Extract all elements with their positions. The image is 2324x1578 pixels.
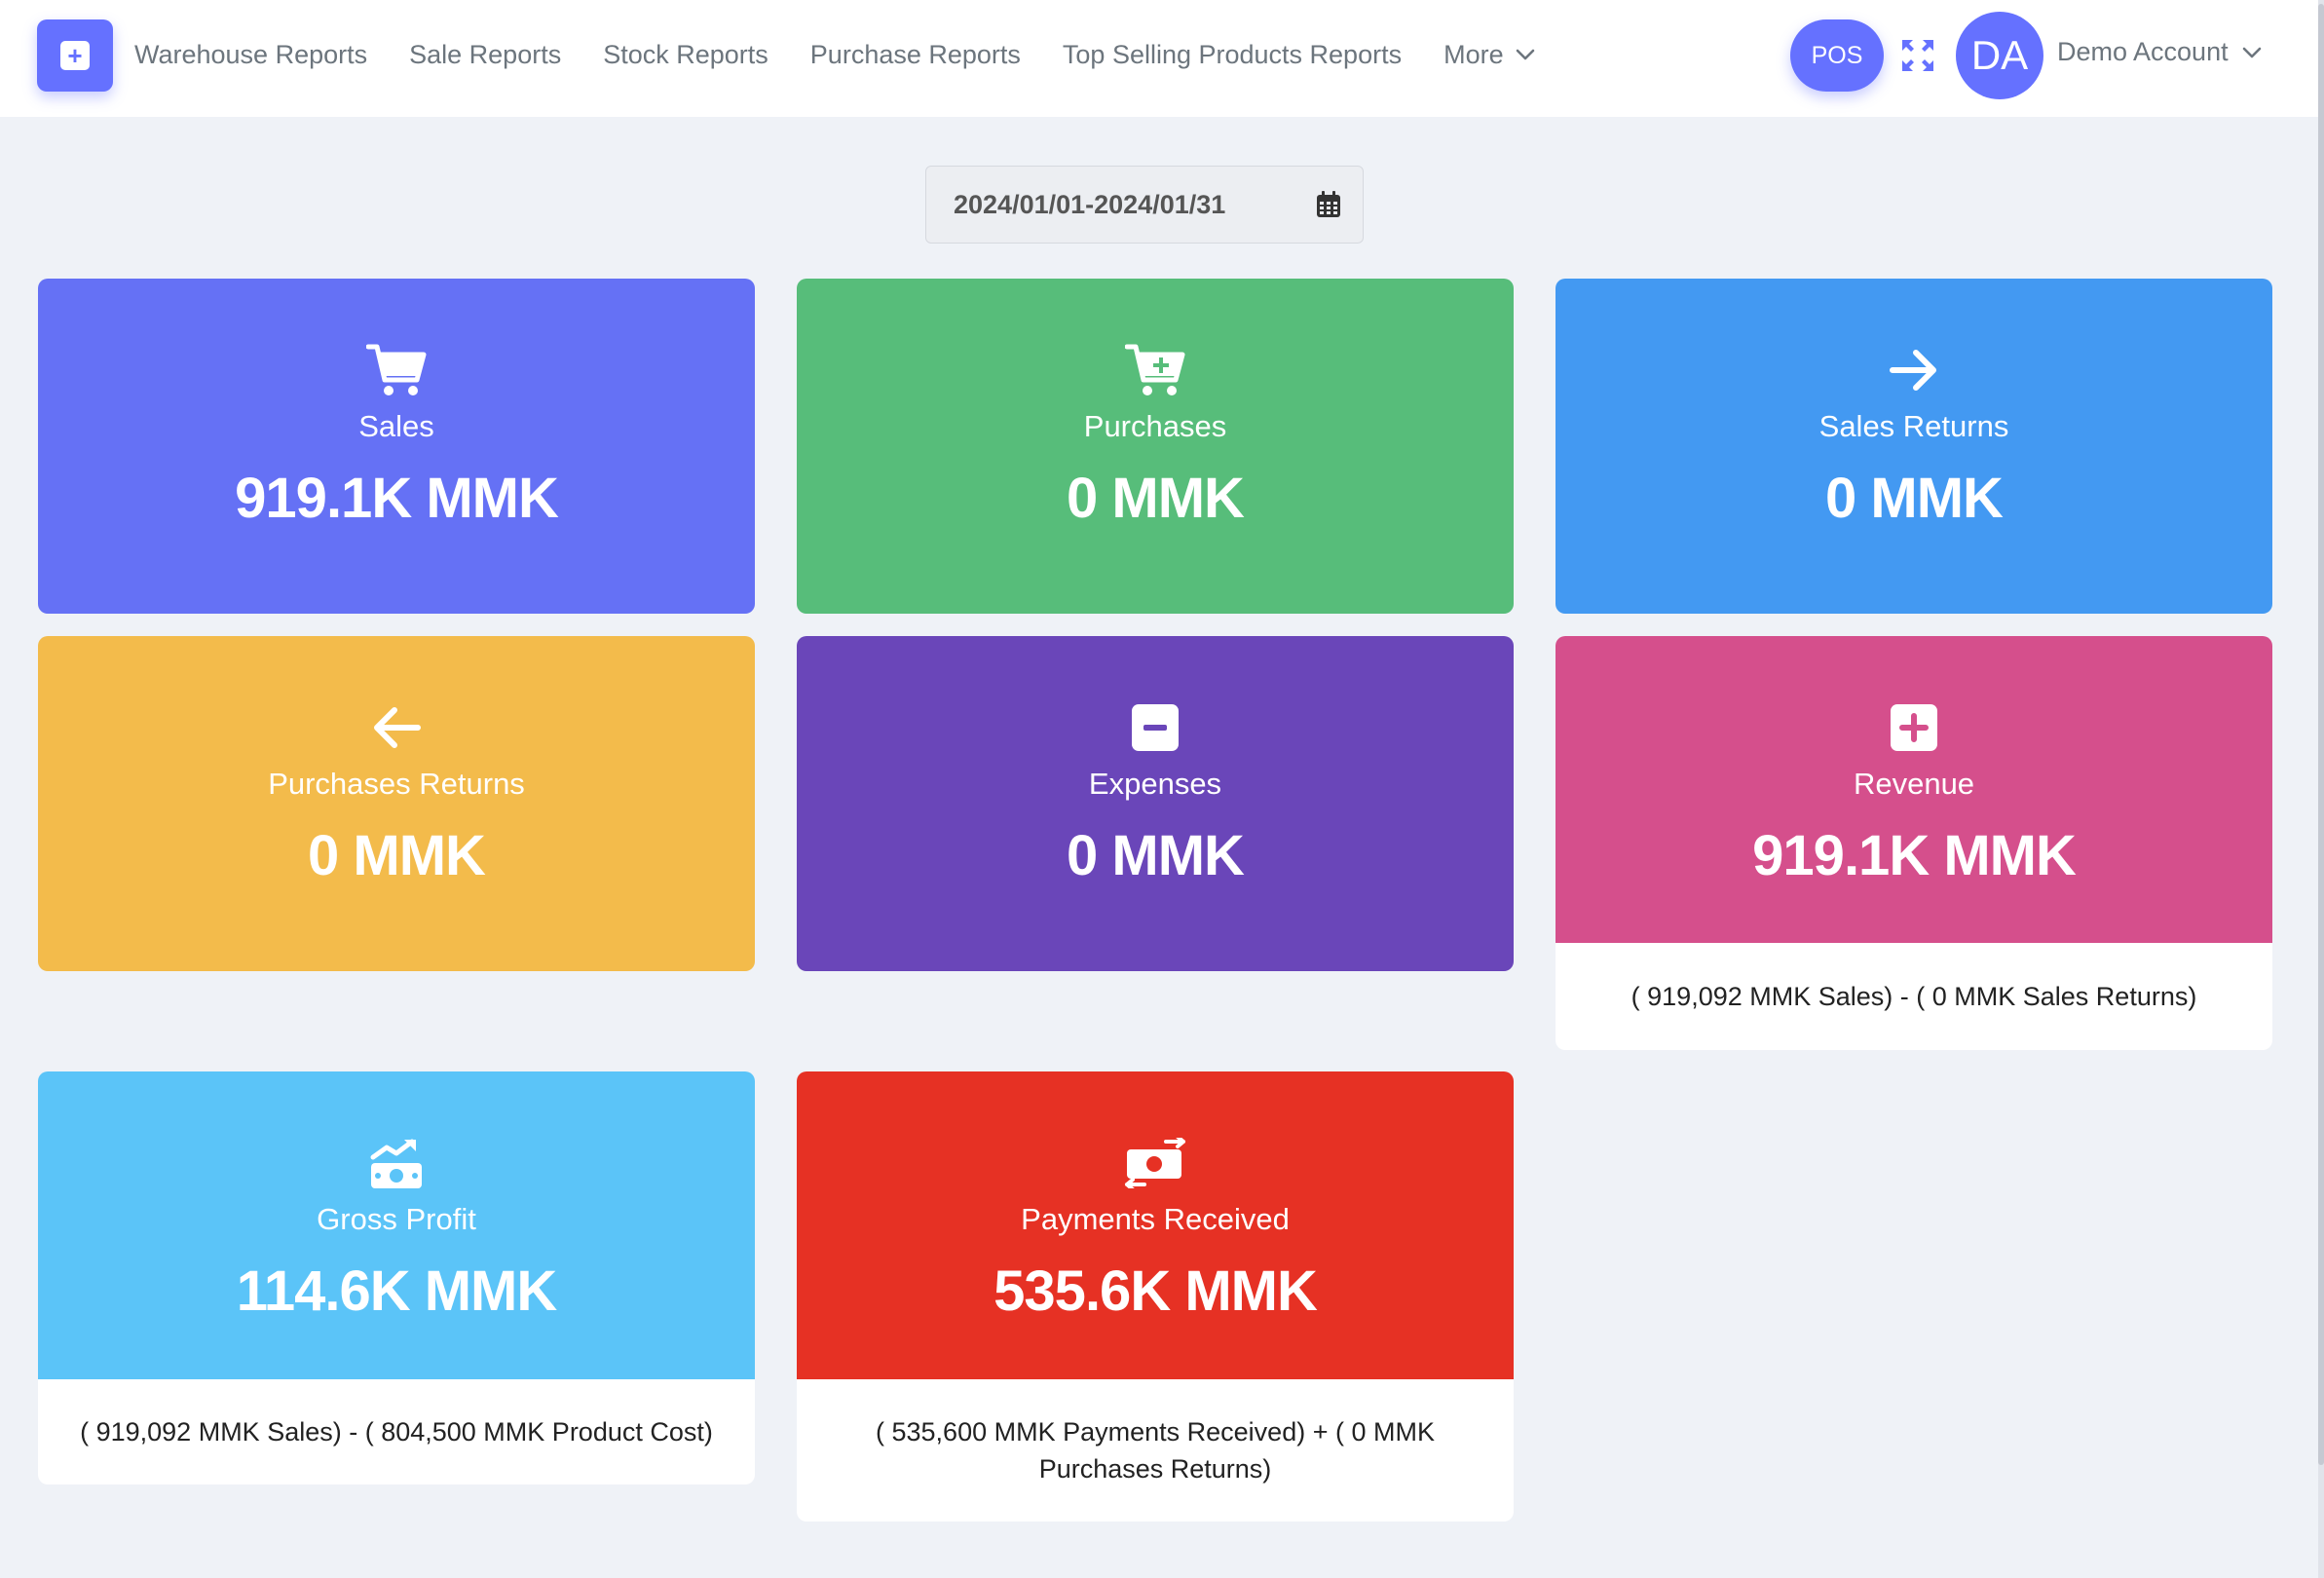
fullscreen-icon[interactable] [1901,39,1934,72]
nav-purchase-reports[interactable]: Purchase Reports [810,40,1021,70]
arrow-left-icon [364,700,429,755]
nav-stock-reports[interactable]: Stock Reports [603,40,768,70]
sales-returns-card-body: Sales Returns 0 MMK [1556,279,2272,614]
arrow-right-icon [1882,343,1946,397]
sales-returns-card: Sales Returns 0 MMK [1556,279,2272,614]
date-range-value: 2024/01/01-2024/01/31 [954,189,1226,219]
quick-add-button[interactable]: + [37,19,113,92]
scrollbar-thumb[interactable] [2318,4,2324,1465]
payments-received-label: Payments Received [1021,1202,1290,1236]
gross-profit-card: Gross Profit 114.6K MMK ( 919,092 MMK Sa… [38,1071,755,1484]
main-nav: Warehouse Reports Sale Reports Stock Rep… [134,0,1535,109]
plus-square-icon [1882,700,1946,755]
gross-profit-value: 114.6K MMK [236,1259,557,1323]
money-exchange-icon [1123,1136,1187,1190]
payments-received-card: Payments Received 535.6K MMK ( 535,600 M… [797,1071,1514,1522]
nav-top-selling-products-reports[interactable]: Top Selling Products Reports [1063,40,1402,70]
purchases-returns-card-body: Purchases Returns 0 MMK [38,636,755,971]
expenses-card-body: Expenses 0 MMK [797,636,1514,971]
money-chart-icon [364,1136,429,1190]
revenue-card-body: Revenue 919.1K MMK [1556,636,2272,943]
revenue-card: Revenue 919.1K MMK ( 919,092 MMK Sales) … [1556,636,2272,1050]
purchases-card: Purchases 0 MMK [797,279,1514,614]
avatar[interactable]: DA [1956,12,2043,99]
sales-returns-value: 0 MMK [1825,467,2004,530]
payments-received-card-body: Payments Received 535.6K MMK [797,1071,1514,1379]
revenue-value: 919.1K MMK [1752,824,2077,887]
calendar-icon [1317,191,1340,217]
gross-profit-label: Gross Profit [317,1202,476,1236]
gross-profit-formula: ( 919,092 MMK Sales) - ( 804,500 MMK Pro… [80,1417,713,1446]
revenue-formula: ( 919,092 MMK Sales) - ( 0 MMK Sales Ret… [1631,982,2197,1011]
sales-value: 919.1K MMK [235,467,559,530]
expenses-card: Expenses 0 MMK [797,636,1514,971]
purchases-returns-label: Purchases Returns [268,767,525,801]
minus-square-icon [1123,700,1187,755]
sales-label: Sales [358,409,434,443]
account-name: Demo Account [2057,37,2229,66]
purchases-returns-value: 0 MMK [308,824,486,887]
sales-returns-label: Sales Returns [1818,409,2009,443]
sales-card: Sales 919.1K MMK [38,279,755,614]
cart-plus-icon [1123,343,1187,397]
purchases-returns-card: Purchases Returns 0 MMK [38,636,755,971]
account-dropdown[interactable]: Demo Account [2057,37,2262,67]
purchases-label: Purchases [1083,409,1227,443]
nav-more-label: More [1443,39,1504,69]
nav-more-dropdown[interactable]: More [1443,40,1535,70]
payments-received-value: 535.6K MMK [993,1259,1318,1323]
expenses-label: Expenses [1088,767,1222,801]
payments-received-formula: ( 535,600 MMK Payments Received) + ( 0 M… [876,1417,1435,1484]
purchases-value: 0 MMK [1067,467,1245,530]
top-navbar: + Warehouse Reports Sale Reports Stock R… [0,0,2324,117]
revenue-label: Revenue [1853,767,1975,801]
nav-sale-reports[interactable]: Sale Reports [409,40,561,70]
cart-icon [364,343,429,397]
plus-icon: + [60,41,90,70]
pos-button[interactable]: POS [1790,19,1884,92]
gross-profit-card-body: Gross Profit 114.6K MMK [38,1071,755,1379]
expenses-value: 0 MMK [1067,824,1245,887]
date-range-picker[interactable]: 2024/01/01-2024/01/31 [925,166,1364,244]
sales-card-body: Sales 919.1K MMK [38,279,755,614]
chevron-down-icon [2242,47,2261,57]
nav-warehouse-reports[interactable]: Warehouse Reports [134,40,367,70]
chevron-down-icon [1516,49,1534,60]
purchases-card-body: Purchases 0 MMK [797,279,1514,614]
